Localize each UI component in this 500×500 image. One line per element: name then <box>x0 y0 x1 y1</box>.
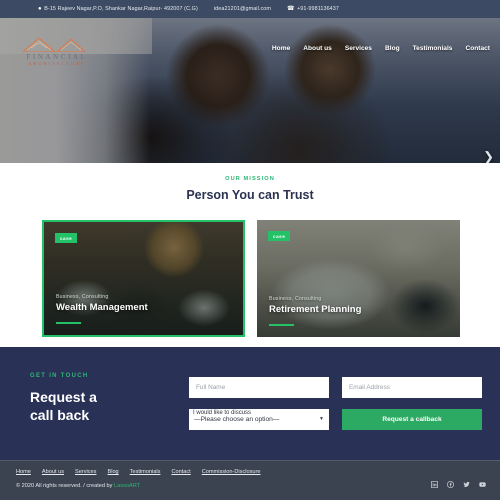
nav-item-testimonials[interactable]: Testimonials <box>413 45 453 52</box>
copyright-text: © 2020 All rights reserved. / created by… <box>16 483 260 489</box>
form-row-top <box>189 377 482 398</box>
discuss-topic-select-wrap[interactable]: I would like to discuss —Please choose a… <box>189 409 329 430</box>
card-text-block: Business, Consulting Retirement Planning <box>269 296 361 315</box>
email-address-input[interactable] <box>342 377 482 398</box>
facebook-icon[interactable] <box>447 481 454 488</box>
email-item[interactable]: idea21201@gmail.com <box>214 6 271 12</box>
card-title: Retirement Planning <box>269 304 362 315</box>
request-callback-button[interactable]: Request a callback <box>342 409 482 430</box>
full-name-input[interactable] <box>189 377 329 398</box>
phone-icon: ☎ <box>286 6 295 12</box>
copyright-prefix: © 2020 All rights reserved. / created by <box>16 483 115 489</box>
mission-title: Person You can Trust <box>186 188 314 202</box>
footer-link-testimonials[interactable]: Testimonials <box>130 469 161 475</box>
twitter-icon[interactable] <box>463 481 470 488</box>
footer-link-home[interactable]: Home <box>16 469 31 475</box>
top-contact-bar: ● B-15 Rajeev Nagar,P.O, Shankar Nagar,R… <box>0 0 500 18</box>
logo-text-primary: FINANCIAL <box>26 53 88 61</box>
card-category: Business, Consulting <box>56 294 109 300</box>
logo-text-secondary: ARCHITECTURE <box>28 61 86 66</box>
location-pin-icon: ● <box>38 6 42 12</box>
footer-link-blog[interactable]: Blog <box>107 469 118 475</box>
page-root: ● B-15 Rajeev Nagar,P.O, Shankar Nagar,R… <box>0 0 500 500</box>
youtube-icon[interactable] <box>479 481 486 488</box>
nav-item-home[interactable]: Home <box>272 45 290 52</box>
linkedin-icon[interactable] <box>431 481 438 488</box>
cta-heading-line1: Request a <box>30 389 97 405</box>
hero-banner: FINANCIAL ARCHITECTURE Home About us Ser… <box>0 18 500 163</box>
discuss-topic-select[interactable]: —Please choose an option— <box>189 409 329 430</box>
card-text-block: Business, Consulting Wealth Management <box>56 294 148 313</box>
carousel-next-arrow-icon[interactable]: ❯ <box>483 150 494 163</box>
card-category: Business, Consulting <box>269 296 322 302</box>
card-title: Wealth Management <box>56 302 148 313</box>
footer-link-contact[interactable]: Contact <box>171 469 190 475</box>
case-card-wealth-management[interactable]: case Business, Consulting Wealth Managem… <box>42 220 246 337</box>
card-badge: case <box>55 233 78 243</box>
mission-kicker: OUR MISSION <box>225 176 275 182</box>
footer-link-about-us[interactable]: About us <box>42 469 64 475</box>
mission-section: OUR MISSION Person You can Trust <box>0 163 500 202</box>
cta-heading: Request a call back <box>30 388 175 425</box>
card-accent-rule <box>269 324 295 326</box>
nav-item-about-us[interactable]: About us <box>303 45 332 52</box>
form-row-bottom: I would like to discuss —Please choose a… <box>189 409 482 430</box>
request-callback-section: GET IN TOUCH Request a call back I would… <box>0 347 500 460</box>
social-links <box>431 481 486 488</box>
callback-form: I would like to discuss —Please choose a… <box>189 369 482 460</box>
phone-item[interactable]: ☎ +91-9981136437 <box>287 6 339 12</box>
cta-kicker: GET IN TOUCH <box>30 373 89 379</box>
phone-text[interactable]: +91-9981136437 <box>297 6 339 12</box>
main-navigation: Home About us Services Blog Testimonials… <box>272 45 490 52</box>
footer-link-services[interactable]: Services <box>75 469 96 475</box>
footer-left: Home About us Services Blog Testimonials… <box>16 469 260 489</box>
card-accent-rule <box>56 322 81 324</box>
email-text[interactable]: idea21201@gmail.com <box>214 6 271 12</box>
card-badge: case <box>268 231 291 241</box>
nav-item-blog[interactable]: Blog <box>385 45 400 52</box>
case-card-retirement-planning[interactable]: case Business, Consulting Retirement Pla… <box>257 220 460 337</box>
cta-text-block: GET IN TOUCH Request a call back <box>30 369 175 460</box>
creator-brand-link[interactable]: LassoART <box>114 483 140 489</box>
nav-item-contact[interactable]: Contact <box>465 45 490 52</box>
site-footer: Home About us Services Blog Testimonials… <box>0 460 500 500</box>
site-logo[interactable]: FINANCIAL ARCHITECTURE <box>14 37 100 67</box>
cta-heading-line2: call back <box>30 407 90 424</box>
address-item: ● B-15 Rajeev Nagar,P.O, Shankar Nagar,R… <box>38 6 198 12</box>
footer-link-commission-disclosure[interactable]: Commission-Disclosure <box>202 469 261 475</box>
case-cards: case Business, Consulting Wealth Managem… <box>0 202 500 337</box>
mountain-logo-icon <box>21 37 93 52</box>
footer-links: Home About us Services Blog Testimonials… <box>16 469 260 475</box>
address-text: B-15 Rajeev Nagar,P.O, Shankar Nagar,Rai… <box>44 6 198 12</box>
nav-item-services[interactable]: Services <box>345 45 372 52</box>
